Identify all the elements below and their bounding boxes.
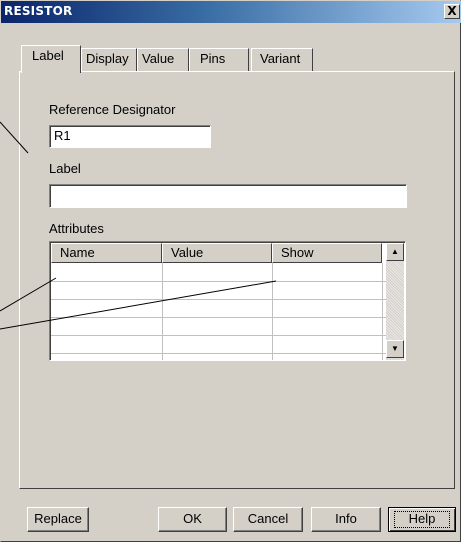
title-bar[interactable]: RESISTOR X [1,1,461,23]
resistor-dialog: RESISTOR X Label Display Value Pins Vari… [0,0,461,542]
table-row[interactable] [51,317,387,318]
tab-label-text: Label [32,48,64,63]
arrow-up-icon[interactable]: ▲ [386,243,404,261]
table-row[interactable] [51,299,387,300]
replace-button[interactable]: Replace [27,507,89,532]
table-row[interactable] [51,335,387,336]
tab-pins-text: Pins [200,51,226,66]
help-button[interactable]: Help [388,507,456,532]
column-divider [382,263,383,360]
label-field[interactable] [49,184,407,208]
tab-value[interactable]: Value [137,48,189,71]
attributes-table[interactable]: Name Value Show ▲ ▼ [49,241,406,361]
column-divider [272,263,273,360]
focus-indicator [394,511,450,528]
attributes-label: Attributes [49,221,104,236]
tab-pins[interactable]: Pins [189,48,249,71]
tab-variant-text: Variant [260,51,301,66]
refdes-field[interactable]: R1 [49,125,211,148]
info-button[interactable]: Info [311,507,381,532]
arrow-down-icon[interactable]: ▼ [386,340,404,358]
column-header-value[interactable]: Value [162,243,272,263]
ok-button[interactable]: OK [158,507,227,532]
column-header-name[interactable]: Name [51,243,162,263]
tab-value-text: Value [142,51,175,66]
table-row[interactable] [51,353,387,354]
table-row[interactable] [51,281,387,282]
tab-label[interactable]: Label [21,45,81,73]
close-button[interactable]: X [444,4,460,19]
window-title: RESISTOR [4,4,73,18]
tab-display-text: Display [86,51,129,66]
tab-variant[interactable]: Variant [251,48,313,71]
column-divider [162,263,163,360]
column-header-show[interactable]: Show [272,243,382,263]
vertical-scrollbar[interactable]: ▲ ▼ [386,243,404,360]
refdes-label: Reference Designator [49,102,176,117]
tab-display[interactable]: Display [81,48,137,71]
label-label: Label [49,161,81,176]
cancel-button[interactable]: Cancel [233,507,303,532]
